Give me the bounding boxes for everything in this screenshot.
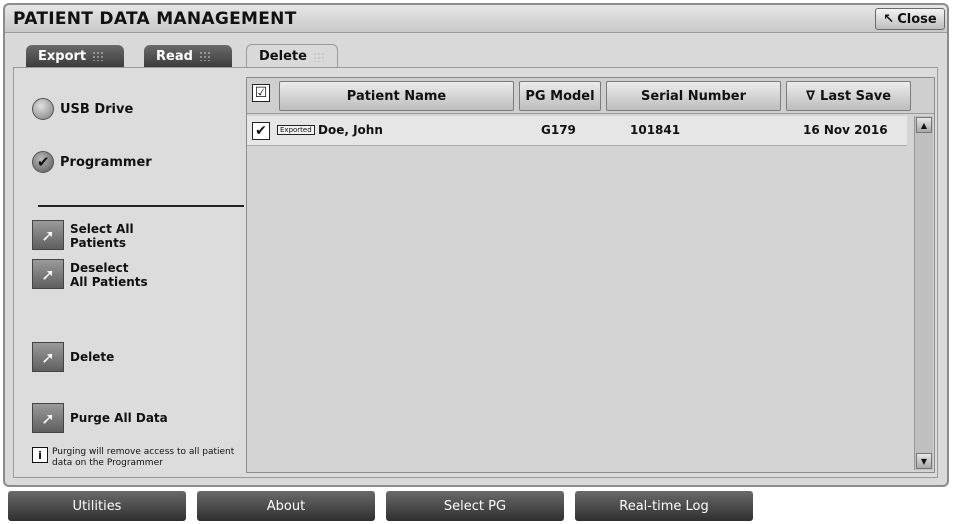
select-all-label: Select All Patients	[70, 222, 134, 250]
select-all-patients-button[interactable]: ➚ Select All Patients	[32, 220, 150, 250]
patient-table: ☑ Patient Name PG Model Serial Number ∇ …	[246, 77, 935, 473]
column-serial-number-label: Serial Number	[640, 88, 746, 104]
purge-all-data-button[interactable]: ➚ Purge All Data	[32, 403, 180, 433]
purge-note-text: Purging will remove access to all patien…	[52, 447, 235, 468]
usb-drive-label: USB Drive	[60, 101, 134, 117]
deselect-all-label: Deselect All Patients	[70, 261, 148, 289]
info-icon: i	[32, 447, 48, 463]
exported-badge: Exported	[277, 125, 315, 135]
radio-button[interactable]	[32, 98, 54, 120]
row-checkbox[interactable]: ✔	[252, 122, 270, 140]
tab-read-label: Read	[156, 48, 193, 64]
realtime-log-button[interactable]: Real-time Log	[575, 491, 753, 521]
divider	[38, 205, 244, 207]
purge-all-label: Purge All Data	[70, 411, 168, 425]
arrow-right-icon: ➚	[32, 220, 64, 250]
deselect-all-patients-button[interactable]: ➚ Deselect All Patients	[32, 259, 150, 289]
pg-model-cell: G179	[541, 123, 576, 137]
column-last-save-label: Last Save	[820, 88, 892, 104]
grip-icon	[92, 51, 105, 61]
table-header: ☑ Patient Name PG Model Serial Number ∇ …	[247, 78, 934, 114]
arrow-right-icon: ➚	[32, 259, 64, 289]
delete-button[interactable]: ➚ Delete	[32, 342, 150, 372]
select-pg-label: Select PG	[443, 498, 507, 514]
about-button[interactable]: About	[197, 491, 375, 521]
cursor-arrow-icon: ↖	[883, 11, 895, 27]
scroll-up-arrow-icon[interactable]: ▲	[916, 117, 932, 133]
table-row[interactable]: ✔ Exported Doe, John G179 101841 16 Nov …	[247, 116, 907, 146]
title-bar: PATIENT DATA MANAGEMENT ↖ Close	[5, 5, 947, 33]
utilities-label: Utilities	[72, 498, 122, 514]
tab-export-label: Export	[38, 48, 87, 64]
realtime-log-label: Real-time Log	[619, 498, 709, 514]
bottom-navigation-bar: Utilities About Select PG Real-time Log	[0, 489, 953, 524]
column-pg-model[interactable]: PG Model	[519, 81, 601, 111]
usb-drive-option[interactable]: USB Drive	[32, 98, 133, 120]
tab-read[interactable]: Read	[144, 45, 232, 67]
column-last-save[interactable]: ∇ Last Save	[786, 81, 911, 111]
tab-export[interactable]: Export	[26, 45, 124, 67]
programmer-option[interactable]: Programmer	[32, 151, 152, 173]
sort-descending-icon: ∇	[805, 88, 816, 104]
scrollbar[interactable]: ▲ ▼	[914, 116, 933, 470]
arrow-right-icon: ➚	[32, 342, 64, 372]
column-pg-model-label: PG Model	[525, 88, 595, 104]
column-patient-name-label: Patient Name	[346, 88, 447, 104]
arrow-right-icon: ➚	[32, 403, 64, 433]
utilities-button[interactable]: Utilities	[8, 491, 186, 521]
grip-icon	[312, 51, 325, 62]
purge-info-note: i Purging will remove access to all pati…	[32, 447, 252, 469]
about-label: About	[266, 498, 306, 514]
tab-delete-label: Delete	[259, 49, 307, 64]
window-title: PATIENT DATA MANAGEMENT	[13, 9, 297, 29]
serial-number-cell: 101841	[630, 123, 681, 137]
column-serial-number[interactable]: Serial Number	[606, 81, 781, 111]
radio-button-selected[interactable]	[32, 151, 54, 173]
grip-icon	[198, 51, 211, 61]
delete-panel: USB Drive Programmer ➚ Select All Patien…	[13, 67, 938, 478]
last-save-cell: 16 Nov 2016	[803, 123, 888, 137]
patient-name-cell: Doe, John	[318, 123, 383, 137]
select-all-checkbox[interactable]: ☑	[252, 84, 270, 102]
select-pg-button[interactable]: Select PG	[386, 491, 564, 521]
programmer-label: Programmer	[60, 154, 152, 170]
close-label: Close	[897, 11, 937, 27]
tab-delete[interactable]: Delete	[246, 44, 338, 68]
scroll-down-arrow-icon[interactable]: ▼	[916, 453, 932, 469]
close-button[interactable]: ↖ Close	[875, 8, 945, 30]
delete-label: Delete	[70, 350, 115, 364]
column-patient-name[interactable]: Patient Name	[279, 81, 514, 111]
